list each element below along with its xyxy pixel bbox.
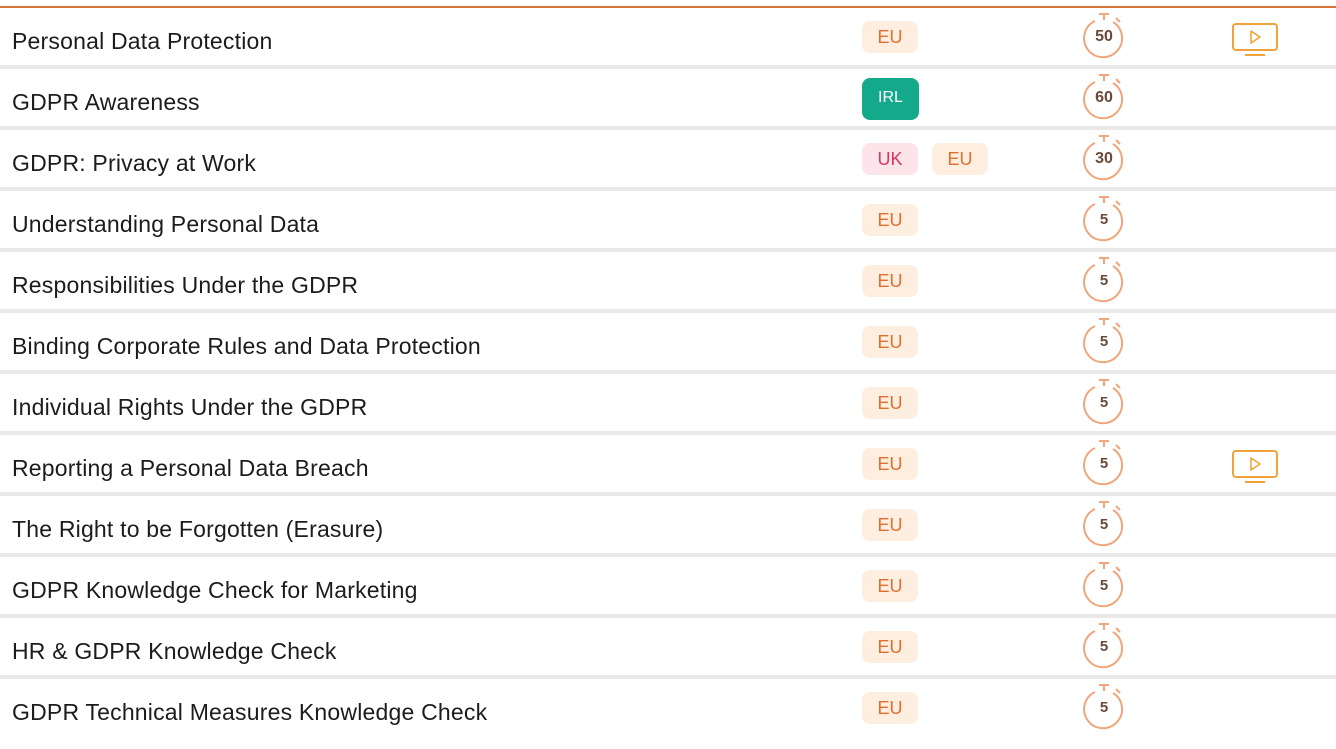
region-badges: EU [862, 204, 918, 236]
course-title[interactable]: Reporting a Personal Data Breach [12, 435, 369, 493]
course-row[interactable]: Responsibilities Under the GDPR EU 5 [0, 252, 1336, 313]
duration-timer: 5 [1083, 317, 1129, 367]
duration-timer: 5 [1083, 500, 1129, 550]
region-badge-eu: EU [862, 570, 918, 602]
region-badges: EU [862, 631, 918, 663]
course-row[interactable]: Individual Rights Under the GDPR EU 5 [0, 374, 1336, 435]
region-badge-eu: EU [862, 509, 918, 541]
course-row[interactable]: Understanding Personal Data EU 5 [0, 191, 1336, 252]
region-badges: EU [862, 448, 918, 480]
region-badge-eu: EU [862, 21, 918, 53]
region-badge-eu: EU [862, 326, 918, 358]
video-play-icon[interactable] [1231, 449, 1279, 485]
duration-minutes: 5 [1099, 638, 1109, 655]
region-badges: EU [862, 570, 918, 602]
duration-minutes: 5 [1099, 211, 1109, 228]
region-badge-eu: EU [862, 387, 918, 419]
duration-minutes: 5 [1099, 699, 1109, 716]
video-play-icon[interactable] [1231, 22, 1279, 58]
course-row[interactable]: Binding Corporate Rules and Data Protect… [0, 313, 1336, 374]
duration-minutes: 5 [1099, 333, 1109, 350]
course-row[interactable]: Personal Data Protection EU 50 [0, 8, 1336, 69]
region-badges: EU [862, 509, 918, 541]
region-badges: EU [862, 692, 918, 724]
region-badges: UK EU [862, 143, 988, 175]
course-table: Personal Data Protection EU 50 GDPR Awarene… [0, 8, 1336, 740]
course-title[interactable]: Binding Corporate Rules and Data Protect… [12, 313, 481, 371]
region-badge-uk: UK [862, 143, 918, 175]
duration-minutes: 5 [1099, 394, 1109, 411]
duration-timer: 5 [1083, 378, 1129, 428]
duration-minutes: 60 [1095, 89, 1113, 106]
course-title[interactable]: Individual Rights Under the GDPR [12, 374, 367, 432]
duration-timer: 5 [1083, 195, 1129, 245]
region-badges: EU [862, 326, 918, 358]
course-row[interactable]: The Right to be Forgotten (Erasure) EU 5 [0, 496, 1336, 557]
region-badge-eu: EU [862, 448, 918, 480]
course-row[interactable]: Reporting a Personal Data Breach EU 5 [0, 435, 1336, 496]
duration-timer: 5 [1083, 561, 1129, 611]
region-badges: EU [862, 265, 918, 297]
duration-minutes: 5 [1099, 455, 1109, 472]
duration-minutes: 50 [1095, 28, 1113, 45]
duration-minutes: 5 [1099, 272, 1109, 289]
duration-timer: 30 [1083, 134, 1129, 184]
region-badge-irl: IRL [862, 78, 919, 120]
course-title[interactable]: The Right to be Forgotten (Erasure) [12, 496, 383, 554]
course-title[interactable]: Responsibilities Under the GDPR [12, 252, 358, 310]
duration-timer: 5 [1083, 683, 1129, 733]
region-badges: EU [862, 21, 918, 53]
region-badge-eu: EU [862, 204, 918, 236]
course-row[interactable]: GDPR: Privacy at Work UK EU 30 [0, 130, 1336, 191]
course-title[interactable]: GDPR Technical Measures Knowledge Check [12, 679, 487, 737]
course-row[interactable]: GDPR Technical Measures Knowledge Check E… [0, 679, 1336, 740]
course-title[interactable]: Personal Data Protection [12, 8, 273, 66]
course-title[interactable]: GDPR: Privacy at Work [12, 130, 256, 188]
duration-minutes: 5 [1099, 516, 1109, 533]
course-title[interactable]: GDPR Awareness [12, 69, 200, 127]
course-title[interactable]: HR & GDPR Knowledge Check [12, 618, 337, 676]
duration-timer: 60 [1083, 73, 1129, 123]
region-badge-eu: EU [862, 692, 918, 724]
course-row[interactable]: GDPR Knowledge Check for Marketing EU 5 [0, 557, 1336, 618]
course-title[interactable]: GDPR Knowledge Check for Marketing [12, 557, 418, 615]
duration-timer: 5 [1083, 439, 1129, 489]
region-badges: EU [862, 387, 918, 419]
course-row[interactable]: HR & GDPR Knowledge Check EU 5 [0, 618, 1336, 679]
duration-timer: 50 [1083, 12, 1129, 62]
course-row[interactable]: GDPR Awareness IRL 60 [0, 69, 1336, 130]
course-title[interactable]: Understanding Personal Data [12, 191, 319, 249]
region-badge-eu: EU [932, 143, 988, 175]
region-badges: IRL [862, 78, 919, 120]
duration-timer: 5 [1083, 622, 1129, 672]
duration-timer: 5 [1083, 256, 1129, 306]
region-badge-eu: EU [862, 265, 918, 297]
region-badge-eu: EU [862, 631, 918, 663]
duration-minutes: 5 [1099, 577, 1109, 594]
duration-minutes: 30 [1095, 150, 1113, 167]
